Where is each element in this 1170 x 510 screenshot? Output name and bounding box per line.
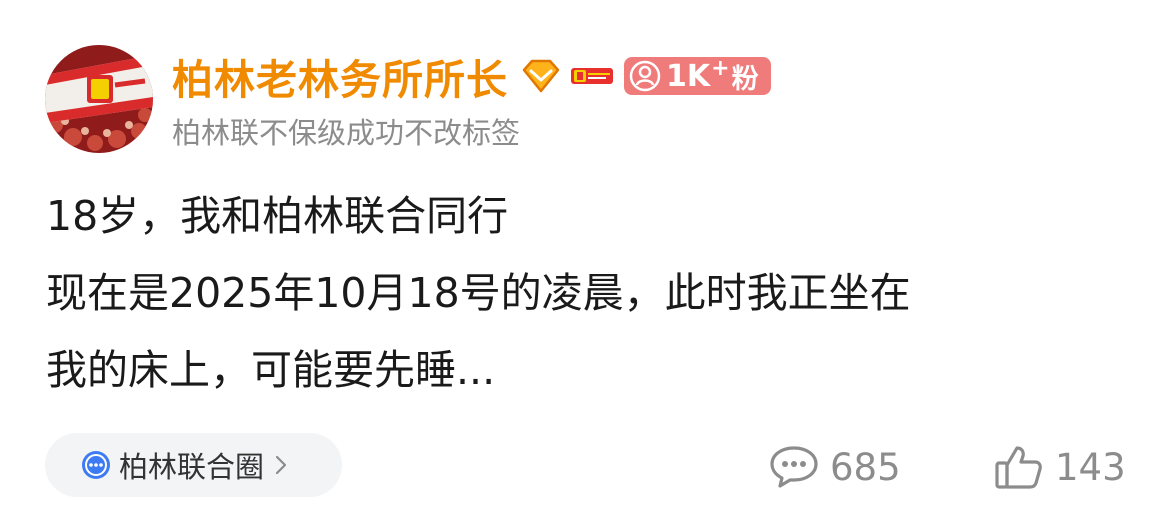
- thumbs-up-icon: [995, 446, 1042, 489]
- comment-button[interactable]: 685: [768, 440, 901, 494]
- topic-label: 柏林联合圈: [119, 450, 265, 484]
- vip-diamond-icon[interactable]: [520, 58, 562, 94]
- post-line: 现在是2025年10月18号的凌晨，此时我正坐在: [46, 269, 911, 317]
- person-icon: [629, 60, 661, 92]
- comment-count: 685: [830, 445, 901, 489]
- like-count: 143: [1055, 445, 1126, 489]
- fans-count: 1K: [666, 58, 711, 94]
- post-line: 我的床上，可能要先睡...: [46, 346, 496, 394]
- avatar[interactable]: [45, 45, 153, 153]
- fans-label: 粉: [731, 63, 759, 95]
- chevron-right-icon: [275, 455, 287, 475]
- comment-icon: [770, 446, 818, 488]
- user-header: 柏林老林务所所长 1K + 粉: [172, 48, 771, 104]
- like-button[interactable]: 143: [993, 440, 1126, 494]
- topic-chip[interactable]: 柏林联合圈: [45, 433, 342, 497]
- club-badge-icon[interactable]: [570, 62, 614, 90]
- topic-circle-icon: [82, 451, 110, 479]
- username[interactable]: 柏林老林务所所长: [172, 46, 508, 106]
- fans-badge[interactable]: 1K + 粉: [624, 55, 771, 95]
- fans-plus: +: [711, 55, 730, 81]
- post-content[interactable]: 18岁，我和柏林联合同行 现在是2025年10月18号的凌晨，此时我正坐在 我的…: [46, 178, 1126, 409]
- post-line: 18岁，我和柏林联合同行: [46, 192, 509, 240]
- user-bio: 柏林联不保级成功不改标签: [172, 116, 521, 150]
